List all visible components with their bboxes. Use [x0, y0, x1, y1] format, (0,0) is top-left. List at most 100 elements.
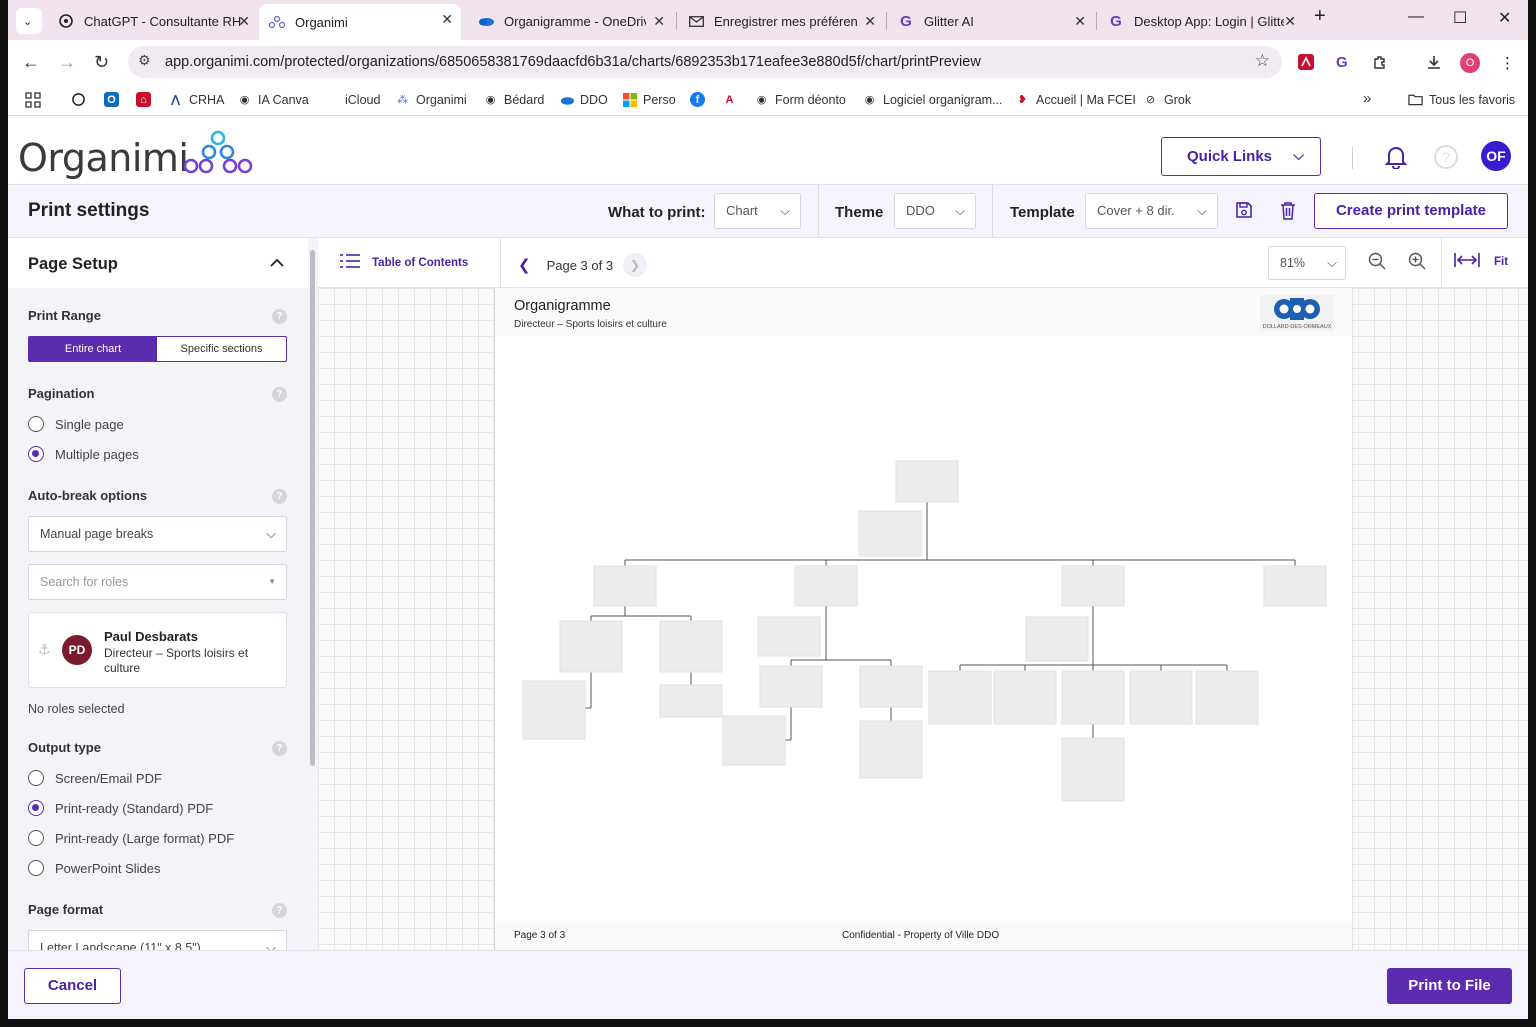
chevron-up-icon[interactable] [270, 254, 284, 270]
org-node [928, 670, 992, 725]
single-page-radio[interactable]: Single page [28, 416, 124, 432]
fcei-icon: ❥ [1017, 94, 1028, 106]
globe-icon: ◉ [756, 94, 767, 106]
bookmark-icloud[interactable]: iCloud [324, 92, 380, 107]
scrollbar-thumb[interactable] [310, 250, 315, 766]
tab-chatgpt[interactable]: ChatGPT - Consultante RH ✕ [48, 6, 258, 36]
table-of-contents-button[interactable]: Table of Contents [340, 253, 468, 272]
forward-button[interactable]: → [58, 52, 76, 73]
user-avatar[interactable]: OF [1481, 141, 1511, 171]
tab-search-button[interactable]: ⌄ [16, 8, 42, 34]
bookmark-logiciel[interactable]: ◉ Logiciel organigram... [862, 92, 1003, 107]
close-window-button[interactable]: ✕ [1498, 8, 1511, 28]
extensions-icon[interactable] [1372, 54, 1388, 74]
bookmark-perso[interactable]: Perso [622, 92, 676, 107]
close-icon[interactable]: ✕ [238, 13, 250, 30]
anchor-icon[interactable]: ⚓ [38, 641, 51, 658]
preview-canvas[interactable]: Organigramme Directeur – Sports loisirs … [318, 288, 1528, 950]
zoom-in-icon[interactable] [1408, 252, 1426, 275]
minimize-button[interactable]: — [1408, 8, 1424, 26]
reload-button[interactable]: ↻ [94, 52, 109, 73]
trash-icon[interactable] [1279, 201, 1297, 225]
all-bookmarks[interactable]: Tous les favoris [1408, 92, 1515, 107]
apps-grid-icon[interactable] [25, 92, 41, 108]
site-settings-icon[interactable]: ⚙ [138, 52, 151, 69]
tab-glitter[interactable]: G Glitter AI ✕ [888, 6, 1094, 36]
bookmark-pdf[interactable]: ⌂ [136, 92, 157, 107]
help-icon[interactable]: ? [272, 903, 287, 918]
menu-dots-icon[interactable]: ⋮ [1500, 54, 1515, 72]
bookmark-adobe[interactable]: A [722, 92, 743, 107]
help-icon[interactable]: ? [1434, 145, 1458, 169]
bookmark-openai[interactable] [71, 92, 92, 107]
bookmark-ddo[interactable]: DDO [559, 92, 608, 107]
help-icon[interactable]: ? [272, 741, 287, 756]
chevron-right-icon[interactable]: ❯ [623, 253, 648, 277]
bookmark-organimi[interactable]: ⁂ Organimi [395, 92, 467, 107]
close-icon[interactable]: ✕ [1074, 13, 1086, 30]
new-tab-button[interactable]: + [1314, 5, 1326, 28]
template-label: Template [1010, 204, 1075, 221]
bookmark-bedard[interactable]: ◉ Bédard [483, 92, 545, 107]
maximize-button[interactable]: ☐ [1453, 8, 1467, 28]
download-icon[interactable] [1426, 54, 1442, 74]
tab-preferences[interactable]: Enregistrer mes préférences ✕ [678, 6, 884, 36]
tab-organimi[interactable]: Organimi ✕ [259, 4, 461, 40]
bell-icon[interactable] [1384, 145, 1408, 174]
print-to-file-button[interactable]: Print to File [1387, 968, 1512, 1004]
bookmark-star-icon[interactable]: ☆ [1255, 51, 1270, 71]
bookmark-fcei[interactable]: ❥ Accueil | Ma FCEI [1015, 92, 1136, 107]
url-text[interactable]: app.organimi.com/protected/organizations… [165, 54, 981, 70]
quick-links-button[interactable]: Quick Links ⌵ [1161, 137, 1321, 176]
org-node [593, 565, 657, 607]
bookmark-facebook[interactable]: f [690, 92, 711, 107]
print-ready-standard-radio[interactable]: Print-ready (Standard) PDF [28, 800, 213, 816]
close-icon[interactable]: ✕ [653, 13, 665, 30]
cancel-button[interactable]: Cancel [24, 968, 121, 1004]
bookmark-ia-canva[interactable]: ◉ IA Canva [237, 92, 309, 107]
page-setup-header[interactable]: Page Setup [8, 238, 308, 288]
zoom-out-icon[interactable] [1368, 252, 1386, 275]
page-format-select[interactable]: Letter Landscape (11" x 8.5") ⌵ [28, 930, 287, 950]
save-template-icon[interactable] [1235, 201, 1253, 224]
tab-glitter-desktop[interactable]: G Desktop App: Login | Glitter ✕ [1098, 6, 1304, 36]
help-icon[interactable]: ? [272, 489, 287, 504]
powerpoint-slides-radio[interactable]: PowerPoint Slides [28, 860, 161, 876]
back-button[interactable]: ← [22, 52, 40, 73]
auto-break-value: Manual page breaks [40, 527, 154, 541]
multiple-pages-radio[interactable]: Multiple pages [28, 446, 139, 462]
zoom-select[interactable]: 81% ⌵ [1268, 246, 1346, 280]
theme-select[interactable]: DDO ⌵ [894, 193, 976, 229]
bookmark-crha[interactable]: ⋀ CRHA [168, 92, 225, 107]
organimi-logo-text[interactable]: Organimi [18, 136, 189, 180]
role-card[interactable]: ⚓ PD Paul Desbarats Directeur – Sports l… [28, 612, 287, 688]
print-ready-large-radio[interactable]: Print-ready (Large format) PDF [28, 830, 234, 846]
omnibox[interactable]: ⚙ app.organimi.com/protected/organizatio… [128, 46, 1282, 78]
create-print-template-button[interactable]: Create print template [1314, 193, 1508, 229]
close-icon[interactable]: ✕ [1284, 13, 1296, 30]
profile-avatar[interactable]: O [1460, 53, 1480, 73]
screen-email-pdf-radio[interactable]: Screen/Email PDF [28, 770, 162, 786]
header-divider [1352, 147, 1353, 169]
print-range-label: Print Range [28, 308, 101, 323]
openai-icon [71, 92, 86, 107]
fit-button[interactable]: Fit [1454, 253, 1508, 270]
bookmark-outlook[interactable]: O [104, 92, 125, 107]
what-to-print-select[interactable]: Chart ⌵ [714, 193, 801, 229]
glitter-extension-icon[interactable]: G [1336, 54, 1348, 71]
entire-chart-option[interactable]: Entire chart [29, 337, 157, 361]
close-icon[interactable]: ✕ [864, 13, 876, 30]
bookmark-form-deonto[interactable]: ◉ Form déonto [754, 92, 846, 107]
specific-sections-option[interactable]: Specific sections [157, 337, 286, 361]
bookmark-grok[interactable]: ⊘ Grok [1143, 92, 1191, 107]
auto-break-select[interactable]: Manual page breaks ⌵ [28, 516, 287, 552]
template-select[interactable]: Cover + 8 dir. ⌵ [1085, 193, 1218, 229]
close-icon[interactable]: ✕ [441, 11, 453, 28]
chevron-left-icon[interactable]: ❮ [518, 256, 531, 274]
bookmarks-overflow-icon[interactable]: » [1363, 90, 1371, 107]
search-roles-input[interactable]: Search for roles ▼ [28, 564, 287, 600]
help-icon[interactable]: ? [272, 387, 287, 402]
acrobat-extension-icon[interactable] [1298, 54, 1314, 74]
tab-onedrive[interactable]: Organigramme - OneDrive ✕ [468, 6, 673, 36]
help-icon[interactable]: ? [272, 309, 287, 324]
